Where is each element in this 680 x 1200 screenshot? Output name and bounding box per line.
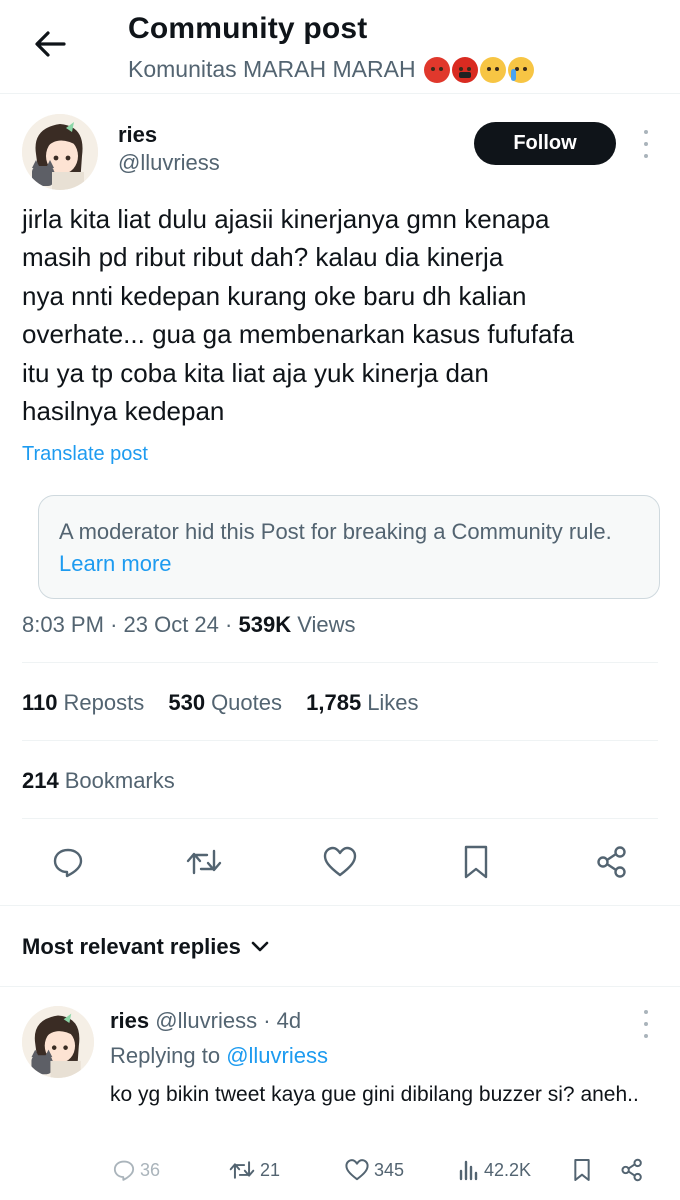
- divider: [22, 740, 658, 741]
- emoji-group: [423, 56, 534, 83]
- post-meta: 8:03 PM · 23 Oct 24 · 539K Views: [22, 612, 356, 637]
- reply-button[interactable]: [48, 842, 88, 882]
- heart-icon: [323, 846, 357, 877]
- steam-face-icon: [479, 56, 506, 83]
- reply-avatar[interactable]: [22, 1006, 94, 1078]
- view-count: 42.2K: [484, 1159, 532, 1180]
- translate-post-link[interactable]: Translate post: [22, 443, 148, 466]
- community-name-text: Komunitas MARAH MARAH: [128, 56, 416, 82]
- post-text-line: itu ya tp coba kita liat aja yuk kinerja…: [22, 357, 489, 388]
- bookmarks-count: 214: [22, 768, 59, 793]
- share-button[interactable]: [592, 842, 632, 882]
- reply-reply-button[interactable]: 36: [112, 1156, 160, 1184]
- arrow-left-icon: [35, 31, 66, 57]
- like-count: 345: [374, 1159, 405, 1180]
- replying-to-link[interactable]: @lluvriess: [226, 1043, 328, 1068]
- repost-button[interactable]: [184, 842, 224, 882]
- views-label: Views: [297, 612, 356, 637]
- bookmarks-stat[interactable]: 214 Bookmarks: [22, 768, 175, 794]
- author-name[interactable]: ries: [118, 122, 157, 148]
- reposts-stat[interactable]: 110 Reposts: [22, 690, 144, 716]
- reply-more-options-icon[interactable]: [636, 1010, 656, 1038]
- divider: [22, 818, 658, 819]
- post-text: jirla kita liat dulu ajasii kinerjanya g…: [22, 200, 658, 430]
- bookmark-button[interactable]: [456, 842, 496, 882]
- reply-like-button[interactable]: 345: [344, 1156, 404, 1184]
- top-bar: Community post Komunitas MARAH MARAH: [0, 0, 680, 94]
- post-text-line: nya nnti kedepan kurang oke baru dh kali…: [22, 280, 527, 311]
- quotes-stat[interactable]: 530 Quotes: [168, 690, 282, 716]
- reply-icon: [113, 1160, 135, 1181]
- page-title: Community post: [128, 12, 368, 45]
- bookmarks-label: Bookmarks: [64, 768, 175, 793]
- moderator-notice: A moderator hid this Post for breaking a…: [38, 495, 660, 599]
- follow-button[interactable]: Follow: [474, 122, 616, 165]
- chevron-down-icon: [251, 941, 269, 952]
- section-divider: [0, 905, 680, 906]
- reply-share-button[interactable]: [620, 1156, 644, 1184]
- reply-count: 36: [140, 1159, 161, 1180]
- reply-repost-button[interactable]: 21: [228, 1156, 280, 1184]
- repost-count: 21: [260, 1159, 281, 1180]
- post-text-line: hasilnya kedepan: [22, 396, 225, 427]
- post-text-line: overhate... gua ga membenarkan kasus fuf…: [22, 319, 575, 350]
- likes-stat[interactable]: 1,785 Likes: [306, 690, 418, 716]
- reply-author-handle[interactable]: @lluvriess: [155, 1008, 257, 1033]
- bookmark-icon: [574, 1159, 590, 1181]
- learn-more-link[interactable]: Learn more: [59, 551, 172, 576]
- post-date: 23 Oct 24: [123, 612, 219, 637]
- heart-icon: [345, 1159, 369, 1181]
- reply-bookmark-button[interactable]: [572, 1156, 592, 1184]
- replies-sort-dropdown[interactable]: Most relevant replies: [22, 934, 269, 960]
- avatar[interactable]: [22, 114, 98, 190]
- views-bar-chart-icon: [459, 1160, 478, 1181]
- angry-face-icon: [423, 56, 450, 83]
- avatar-illustration: [22, 1006, 94, 1078]
- reply-age: 4d: [276, 1008, 302, 1033]
- share-icon: [621, 1158, 642, 1182]
- moderator-notice-message: A moderator hid this Post for breaking a…: [59, 519, 612, 544]
- more-options-icon[interactable]: [636, 130, 656, 158]
- post-time: 8:03 PM: [22, 612, 104, 637]
- avatar-illustration: [22, 114, 98, 190]
- like-button[interactable]: [320, 842, 360, 882]
- repost-icon: [229, 1161, 255, 1179]
- engagement-stats: 110 Reposts 530 Quotes 1,785 Likes: [22, 690, 437, 716]
- cursing-face-icon: [451, 56, 478, 83]
- replies-sort-label: Most relevant replies: [22, 934, 241, 959]
- share-icon: [597, 846, 626, 878]
- reply-author-name[interactable]: ries: [110, 1008, 149, 1033]
- reply-icon: [53, 848, 83, 878]
- replying-to: Replying to @lluvriess: [110, 1043, 328, 1069]
- reply-text: ko yg bikin tweet kaya gue gini dibilang…: [110, 1083, 639, 1106]
- views-count: 539K: [238, 612, 292, 637]
- crying-face-icon: [507, 56, 534, 83]
- reply-views-button[interactable]: 42.2K: [458, 1156, 531, 1184]
- replying-to-prefix: Replying to: [110, 1043, 221, 1068]
- bookmark-icon: [464, 845, 488, 879]
- author-handle[interactable]: @lluvriess: [118, 150, 220, 176]
- divider: [22, 662, 658, 663]
- repost-icon: [186, 849, 222, 875]
- post-text-line: jirla kita liat dulu ajasii kinerjanya g…: [22, 204, 550, 234]
- post-text-line: masih pd ribut ribut dah? kalau dia kine…: [22, 242, 504, 273]
- back-button[interactable]: [28, 26, 72, 62]
- divider: [0, 986, 680, 987]
- community-name[interactable]: Komunitas MARAH MARAH: [128, 56, 534, 83]
- moderator-notice-text: A moderator hid this Post for breaking a…: [59, 516, 649, 580]
- reply-header: ries @lluvriess · 4d: [110, 1008, 302, 1033]
